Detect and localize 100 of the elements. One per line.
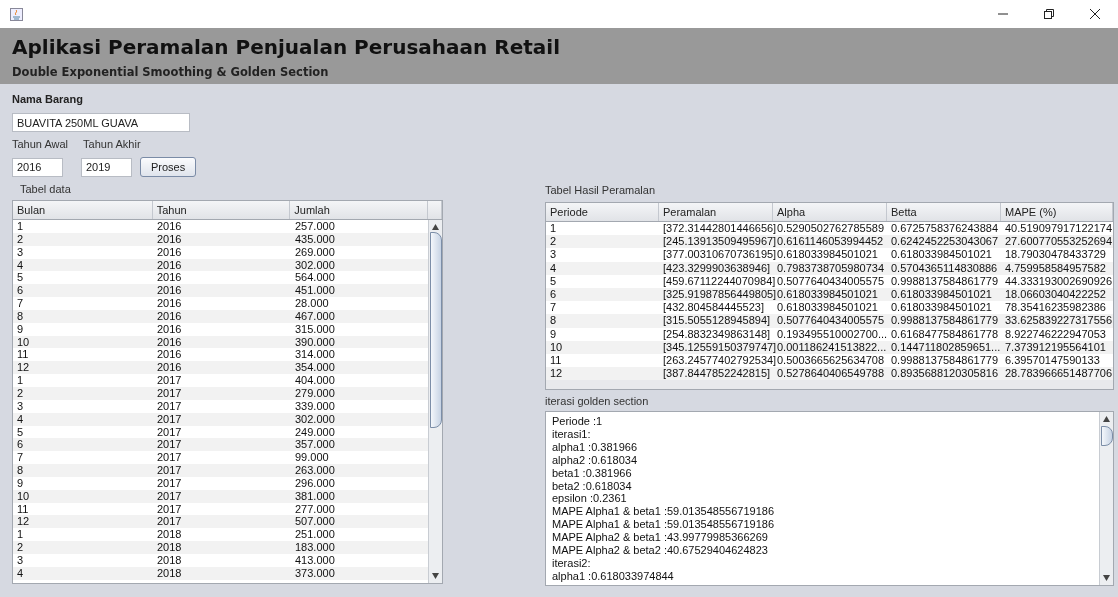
table-cell-text: 251.000 xyxy=(294,528,336,542)
table-cell-text: 10 xyxy=(16,335,31,349)
table-cell-text: 2 xyxy=(16,386,25,400)
log-line: alpha1 :0.381966 xyxy=(552,440,638,454)
table-cell-text: 339.000 xyxy=(294,399,336,413)
table-cell-text: 2016 xyxy=(156,361,183,375)
table-cell-text: 40.519097917122174 xyxy=(1004,222,1113,236)
table-cell-text: 390.000 xyxy=(294,335,336,349)
table-cell-text: 2 xyxy=(549,235,558,249)
column-header[interactable]: Betta xyxy=(887,203,1001,221)
table-cell-text: 4 xyxy=(16,258,25,272)
table-cell-text: 28.783966651487706 xyxy=(1004,367,1113,381)
table-cell-text: 10 xyxy=(16,489,31,503)
table-cell-text: 18.79030478433729 xyxy=(1004,248,1107,262)
table-cell-text: 507.000 xyxy=(294,515,336,529)
table-cell-text: 249.000 xyxy=(294,425,336,439)
table-cell-text: 2017 xyxy=(156,464,183,477)
table-cell-text: 302.000 xyxy=(294,412,336,426)
table-cell-text: 564.000 xyxy=(294,271,336,285)
table-cell-text: 0.193495510002700... xyxy=(776,327,887,341)
table-cell-text: 18.06603040422252 xyxy=(1004,287,1107,302)
table-cell-text: [423.3299903638946] xyxy=(662,261,772,275)
log-line: MAPE Alpha1 & beta1 :59.013548556719186 xyxy=(552,505,775,519)
column-header[interactable]: Periode xyxy=(546,203,659,221)
table-cell-text: 467.000 xyxy=(294,309,336,323)
column-header[interactable]: Alpha xyxy=(773,203,887,221)
table-cell-text: 4 xyxy=(16,412,25,426)
table-cell-text: 2016 xyxy=(156,232,183,246)
table-cell-text: 2016 xyxy=(156,297,183,310)
table-cell-text: 2018 xyxy=(156,541,183,554)
start-year-field[interactable]: 2016 xyxy=(12,157,63,177)
close-icon[interactable] xyxy=(1090,9,1100,19)
table-cell-text: 44.333193002690926 xyxy=(1004,274,1113,288)
log-line: beta2 :0.618034 xyxy=(552,479,632,493)
table-cell-text: 413.000 xyxy=(294,553,336,567)
table-cell-text: 4 xyxy=(549,261,558,275)
process-button[interactable]: Proses xyxy=(140,157,197,177)
table-cell-text: 2017 xyxy=(156,451,183,465)
table-cell-text: 5 xyxy=(16,425,25,439)
log-line: MAPE Alpha1 & beta1 :59.013548556719186 xyxy=(552,518,775,532)
table-cell-text: 2016 xyxy=(156,245,183,259)
column-header[interactable]: Bulan xyxy=(13,201,153,219)
scroll-up-icon[interactable] xyxy=(432,224,439,230)
table-cell-text: 0.618033984501021 xyxy=(890,287,993,302)
table-cell-text: 12 xyxy=(16,361,31,375)
column-header[interactable]: MAPE (%) xyxy=(1001,203,1113,221)
log-label: iterasi golden section xyxy=(545,395,649,407)
table-cell-text: 2017 xyxy=(156,438,183,452)
table-cell-text: 263.000 xyxy=(294,464,336,477)
table-cell-text: 0.5278640406549788 xyxy=(776,367,886,381)
table-cell-text: 0.5077640434005575 xyxy=(776,274,886,288)
table-cell-text: 2018 xyxy=(156,553,183,567)
table-cell-text: 0.6168477584861778 xyxy=(890,327,1000,341)
scroll-down-icon[interactable] xyxy=(1103,575,1110,581)
table-cell-text: 12 xyxy=(549,367,564,381)
scroll-thumb[interactable] xyxy=(1101,426,1113,446)
scroll-down-icon[interactable] xyxy=(432,573,439,579)
item-name-field[interactable]: BUAVITA 250ML GUAVA xyxy=(12,113,190,132)
table-cell-text: 7.373912195564101 xyxy=(1004,340,1107,354)
table-cell-text: [432.804584445523] xyxy=(662,301,765,315)
table-cell-text: 0.9988137584861779 xyxy=(890,353,1000,368)
table-cell-text: 279.000 xyxy=(294,386,336,400)
table-cell-text: 315.000 xyxy=(294,322,336,336)
log-line: Periode :1 xyxy=(552,415,603,428)
iteration-log[interactable] xyxy=(545,411,1114,586)
table-cell-text: 357.000 xyxy=(294,438,336,452)
scrollbar[interactable] xyxy=(428,220,442,583)
table-cell-text: 296.000 xyxy=(294,476,336,490)
column-header[interactable]: Jumlah xyxy=(290,201,428,219)
table-cell-text: 451.000 xyxy=(294,284,336,298)
table-cell-text: 1 xyxy=(16,528,25,542)
table-cell-text: 4 xyxy=(16,566,25,580)
table-cell-text: 2016 xyxy=(156,258,183,272)
table-cell-text: 0.5704365114830886 xyxy=(890,261,999,275)
scroll-thumb[interactable] xyxy=(430,232,442,428)
end-year-field[interactable]: 2019 xyxy=(81,157,132,177)
table-cell-text: 2017 xyxy=(156,386,183,400)
scrollbar[interactable] xyxy=(1099,412,1113,585)
scroll-up-icon[interactable] xyxy=(1103,416,1110,422)
table-cell-text: 12 xyxy=(16,515,31,529)
table-cell-text: 3 xyxy=(16,553,25,567)
table-cell-text: 314.000 xyxy=(294,348,336,362)
table-cell-text: 6.39570147590133 xyxy=(1004,353,1101,368)
table-cell-text: 0.8935688120305816 xyxy=(890,367,1000,381)
table-cell-text: 11 xyxy=(549,353,563,368)
app-subtitle: Double Exponential Smoothing & Golden Section xyxy=(12,65,330,79)
table-cell-text: 8 xyxy=(16,309,25,323)
table-cell-text: 4.759958584957582 xyxy=(1004,261,1107,275)
table-cell-text: 28.000 xyxy=(294,297,330,310)
table-cell-text: 8 xyxy=(16,464,25,477)
table-cell-text: [459.67112244070984] xyxy=(662,274,773,288)
table-cell-text: 7 xyxy=(16,297,25,310)
table-cell-text: 2 xyxy=(16,232,25,246)
table-cell-text: 1 xyxy=(16,220,25,233)
table-cell-text: 1 xyxy=(16,374,25,387)
table-cell-text: 9 xyxy=(549,327,558,341)
column-header[interactable]: Tahun xyxy=(152,201,291,219)
restore-icon[interactable] xyxy=(1044,9,1054,19)
table-cell-text: 0.618033984501021 xyxy=(890,301,993,315)
column-header[interactable]: Peramalan xyxy=(659,203,773,221)
